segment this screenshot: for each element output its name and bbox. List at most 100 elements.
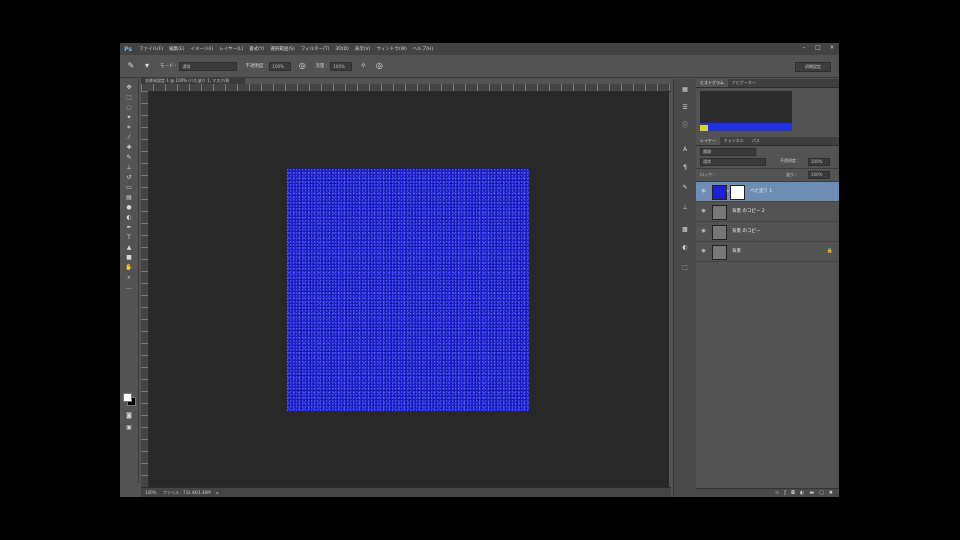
layer-kind-filter[interactable]: 種類	[700, 148, 756, 156]
history-panel-icon[interactable]: ▦	[680, 85, 690, 94]
swatches-panel-icon[interactable]: ▩	[680, 225, 690, 234]
brush-icon[interactable]: ✎	[126, 61, 136, 71]
tools-panel: ✥ ⬚ ◌ ✦ ⌗ ⁄ ✚ ✎ ⊥ ↺ ▭ ▤ ● ◐ ✒ T ▲ ■ ✋ ⌕ …	[120, 79, 139, 483]
quick-mask-icon[interactable]: ◙	[124, 411, 134, 420]
close-icon[interactable]: ×	[829, 45, 835, 51]
layer-thumbnail	[712, 245, 727, 260]
layer-row-fill[interactable]: ◉ ∞ べた塗り 1	[696, 182, 839, 202]
panel-dock: ▦ ☰ ⓘ A ¶ ✎ ⊥ ▩ ◐ ⬚	[673, 79, 697, 497]
quick-select-tool-icon[interactable]: ✦	[124, 113, 134, 122]
menu-layer[interactable]: レイヤー(L)	[219, 46, 243, 52]
photoshop-window: Ps ファイル(F) 編集(E) イメージ(I) レイヤー(L) 書式(Y) 選…	[120, 43, 839, 497]
hand-tool-icon[interactable]: ✋	[124, 263, 134, 272]
ruler-vertical	[141, 91, 149, 487]
shape-tool-icon[interactable]: ■	[124, 253, 134, 262]
workspace-select[interactable]: 初期設定	[795, 62, 831, 72]
eraser-tool-icon[interactable]: ▭	[124, 183, 134, 192]
menu-window[interactable]: ウィンドウ(W)	[376, 46, 406, 52]
path-select-tool-icon[interactable]: ▲	[124, 243, 134, 252]
trash-icon[interactable]: ✖	[829, 490, 833, 496]
status-bar: 100% ファイル : 732.4K/1.46M ▸	[141, 487, 671, 497]
history-brush-tool-icon[interactable]: ↺	[124, 173, 134, 182]
ruler-horizontal	[141, 84, 671, 92]
tab-layers[interactable]: レイヤー	[696, 137, 720, 145]
new-group-icon[interactable]: ▬	[809, 490, 814, 496]
menu-select[interactable]: 選択範囲(S)	[270, 46, 294, 52]
layer-row-bg-copy[interactable]: ◉ 背景 のコピー	[696, 222, 839, 242]
eye-icon[interactable]: ◉	[700, 188, 707, 195]
pen-tool-icon[interactable]: ✒	[124, 223, 134, 232]
properties-panel-icon[interactable]: ☰	[680, 103, 690, 112]
menu-3d[interactable]: 3D(D)	[335, 47, 348, 52]
histogram-blue-channel	[700, 123, 792, 131]
layer-thumbnail	[712, 205, 727, 220]
layer-opacity-field[interactable]: 100%	[808, 158, 830, 166]
layer-name: 背景 のコピー 2	[732, 209, 765, 214]
healing-tool-icon[interactable]: ✚	[124, 143, 134, 152]
brush-preset-icon[interactable]: ▾	[142, 61, 152, 71]
menu-help[interactable]: ヘルプ(H)	[413, 46, 433, 52]
eyedropper-tool-icon[interactable]: ⁄	[124, 133, 134, 142]
eye-icon[interactable]: ◉	[700, 208, 707, 215]
move-tool-icon[interactable]: ✥	[124, 83, 134, 92]
opacity-label: 不透明度 :	[245, 64, 267, 69]
status-menu-icon[interactable]: ▸	[217, 490, 219, 495]
info-panel-icon[interactable]: ⓘ	[680, 121, 690, 130]
tab-paths[interactable]: パス	[748, 138, 764, 144]
paragraph-panel-icon[interactable]: ¶	[680, 163, 690, 172]
clone-source-panel-icon[interactable]: ⊥	[680, 203, 690, 212]
adjustments-panel-icon[interactable]: ◐	[680, 243, 690, 252]
brush-panel-icon[interactable]: ✎	[680, 183, 690, 192]
tab-channels[interactable]: チャンネル	[720, 138, 748, 144]
menu-view[interactable]: 表示(V)	[355, 46, 371, 52]
window-controls: – □ ×	[801, 45, 835, 51]
zoom-tool-icon[interactable]: ⌕	[124, 273, 134, 282]
tab-navigator[interactable]: ナビゲーター	[728, 80, 760, 86]
opacity-field[interactable]: 100%	[269, 61, 292, 71]
link-layers-icon[interactable]: ∞	[775, 490, 779, 496]
maximize-icon[interactable]: □	[815, 45, 821, 51]
adjustment-layer-icon[interactable]: ◐	[800, 490, 804, 496]
crop-tool-icon[interactable]: ⌗	[124, 123, 134, 132]
brush-tool-icon[interactable]: ✎	[124, 153, 134, 162]
more-tools-icon[interactable]: …	[124, 283, 134, 292]
menu-type[interactable]: 書式(Y)	[249, 46, 264, 52]
character-panel-icon[interactable]: A	[680, 145, 690, 154]
document-tab[interactable]: 名称未設定-1 @ 100% (べた塗り 1, マスク/8)	[141, 77, 245, 84]
new-layer-icon[interactable]: ▢	[819, 490, 824, 496]
menu-filter[interactable]: フィルター(T)	[301, 46, 330, 52]
dodge-tool-icon[interactable]: ◐	[124, 213, 134, 222]
stamp-tool-icon[interactable]: ⊥	[124, 163, 134, 172]
menu-file[interactable]: ファイル(F)	[139, 46, 163, 52]
mode-select[interactable]: 通常	[179, 61, 238, 71]
layer-row-bg-copy-2[interactable]: ◉ 背景 のコピー 2	[696, 202, 839, 222]
marquee-tool-icon[interactable]: ⬚	[124, 93, 134, 102]
pressure-size-icon[interactable]: ◎	[374, 61, 384, 71]
blend-mode-select[interactable]: 通常	[700, 158, 766, 166]
fx-icon[interactable]: ƒ	[784, 490, 786, 496]
menu-image[interactable]: イメージ(I)	[190, 46, 213, 52]
layer-row-background[interactable]: ◉ 背景 🔒	[696, 242, 839, 262]
minimize-icon[interactable]: –	[801, 45, 807, 51]
add-mask-icon[interactable]: ◘	[791, 490, 795, 496]
tab-histogram[interactable]: ヒストグラム	[696, 79, 728, 87]
blur-tool-icon[interactable]: ●	[124, 203, 134, 212]
airbrush-icon[interactable]: ✧	[358, 61, 368, 71]
flow-field[interactable]: 100%	[330, 61, 353, 71]
zoom-level[interactable]: 100%	[145, 490, 159, 495]
eye-icon[interactable]: ◉	[700, 248, 707, 255]
document-image[interactable]	[287, 169, 529, 412]
gradient-tool-icon[interactable]: ▤	[124, 193, 134, 202]
foreground-color-swatch[interactable]	[123, 393, 132, 402]
pressure-opacity-icon[interactable]: ◎	[297, 61, 307, 71]
styles-panel-icon[interactable]: ⬚	[680, 263, 690, 272]
screen-mode-icon[interactable]: ▣	[124, 423, 134, 432]
type-tool-icon[interactable]: T	[124, 233, 134, 242]
eye-icon[interactable]: ◉	[700, 228, 707, 235]
menu-edit[interactable]: 編集(E)	[169, 46, 184, 52]
fill-field[interactable]: 100%	[808, 171, 830, 179]
canvas-area[interactable]	[149, 92, 669, 487]
layers-tabs: レイヤー チャンネル パス	[696, 137, 839, 146]
lasso-tool-icon[interactable]: ◌	[124, 103, 134, 112]
layer-mask-thumbnail[interactable]	[730, 185, 745, 200]
